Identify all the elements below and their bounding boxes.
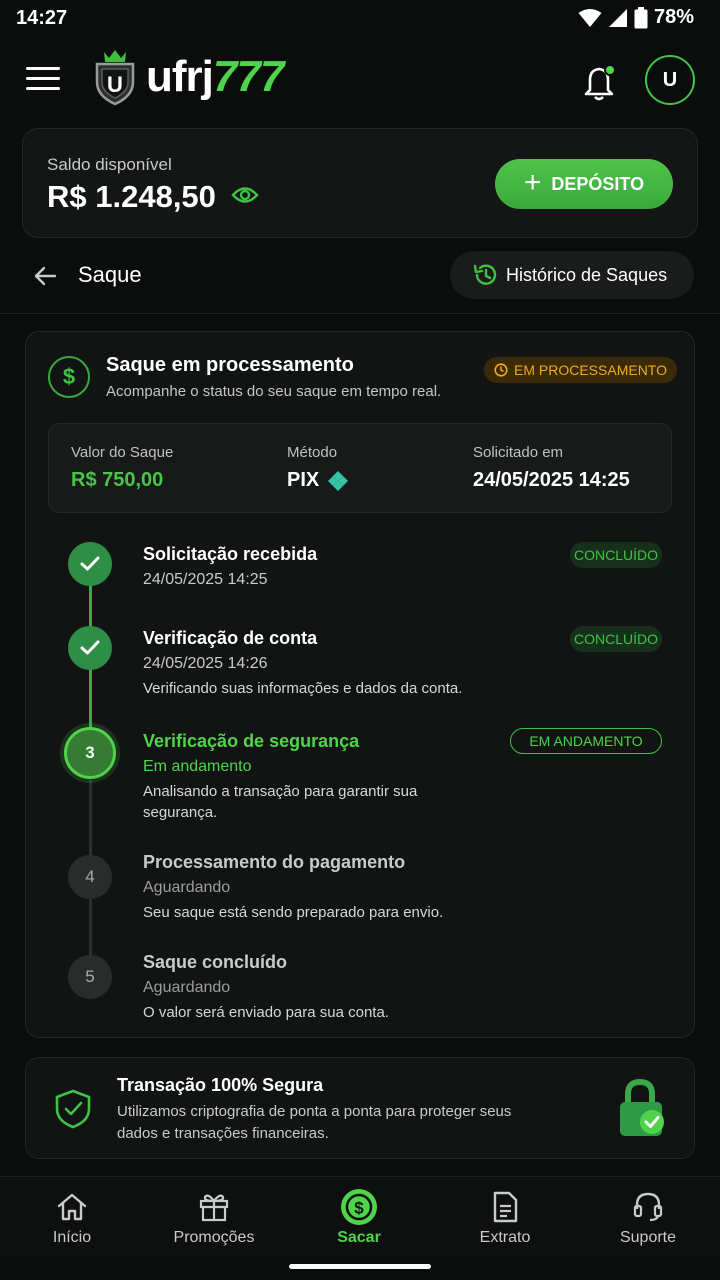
step-check-icon xyxy=(68,542,112,586)
history-icon xyxy=(473,264,497,285)
app-header: U ufrj777 U xyxy=(0,36,720,122)
back-arrow-icon[interactable] xyxy=(33,265,57,287)
battery-percent: 78% xyxy=(653,6,694,28)
withdraw-history-button[interactable]: Histórico de Saques xyxy=(450,251,694,299)
requested-value: 24/05/2025 14:25 xyxy=(473,469,630,491)
home-icon xyxy=(56,1191,88,1223)
amount-label: Valor do Saque xyxy=(71,444,174,461)
status-icons: 78% xyxy=(578,6,694,29)
method-info: Método PIX xyxy=(287,444,349,492)
step-subtitle: 24/05/2025 14:25 xyxy=(143,571,268,588)
logo-text-green: 777 xyxy=(212,52,284,101)
method-value: PIX xyxy=(287,469,320,491)
withdraw-status-card: $ Saque em processamento Acompanhe o sta… xyxy=(25,331,695,1038)
logo: U ufrj777 xyxy=(92,48,284,106)
shield-letter: U xyxy=(107,72,123,97)
step-number-circle: 3 xyxy=(64,727,116,779)
method-value-row: PIX xyxy=(287,469,349,492)
svg-text:$: $ xyxy=(354,1199,364,1218)
security-description: Utilizamos criptografia de ponta a ponta… xyxy=(117,1103,512,1142)
nav-label: Início xyxy=(52,1229,92,1246)
nav-item-support[interactable]: Suporte xyxy=(576,1177,720,1257)
step-subtitle: Aguardando xyxy=(143,879,231,896)
status-badge: EM PROCESSAMENTO xyxy=(484,357,677,383)
nav-item-promotions[interactable]: Promoções xyxy=(142,1177,286,1257)
step-subtitle: Em andamento xyxy=(143,758,252,775)
notification-bell-icon[interactable] xyxy=(582,62,618,102)
signal-icon xyxy=(608,8,627,27)
nav-label: Sacar xyxy=(337,1229,381,1246)
eye-icon[interactable] xyxy=(231,185,259,205)
step-badge: CONCLUÍDO xyxy=(570,542,662,568)
balance-card: Saldo disponível R$ 1.248,50 + DEPÓSITO xyxy=(22,128,698,238)
step-description: Seu saque está sendo preparado para envi… xyxy=(143,904,444,921)
step-title: Saque concluído xyxy=(143,952,288,972)
amount-value: R$ 750,00 xyxy=(71,469,164,491)
balance-label: Saldo disponível xyxy=(47,155,172,174)
avatar-initial: U xyxy=(662,68,678,91)
plus-icon: + xyxy=(523,165,542,199)
page-subheader: Saque Histórico de Saques xyxy=(0,244,720,314)
menu-button[interactable] xyxy=(26,67,60,93)
status-bar: 14:27 78% xyxy=(0,0,720,36)
deposit-label: DEPÓSITO xyxy=(551,173,645,194)
nav-label: Suporte xyxy=(619,1229,677,1246)
dollar-icon: $ xyxy=(339,1189,379,1225)
step-title: Processamento do pagamento xyxy=(143,852,406,872)
deposit-button[interactable]: + DEPÓSITO xyxy=(495,159,673,209)
home-indicator[interactable] xyxy=(289,1264,431,1269)
balance-value: R$ 1.248,50 xyxy=(47,179,216,214)
security-title: Transação 100% Segura xyxy=(117,1075,324,1095)
gift-icon xyxy=(198,1191,230,1223)
page-title: Saque xyxy=(78,262,142,287)
method-label: Método xyxy=(287,444,338,461)
logo-text-white: ufrj xyxy=(146,52,214,101)
headset-icon xyxy=(632,1191,664,1223)
lock-check-icon xyxy=(620,1078,664,1136)
history-label: Histórico de Saques xyxy=(506,264,668,285)
step-subtitle: 24/05/2025 14:26 xyxy=(143,655,268,672)
shield-check-icon xyxy=(55,1089,91,1129)
step-badge: EM ANDAMENTO xyxy=(510,728,662,754)
step-number-circle: 4 xyxy=(68,855,112,899)
step-description: O valor será enviado para sua conta. xyxy=(143,1004,389,1021)
shield-crown-icon: U xyxy=(95,50,135,106)
status-subtitle: Acompanhe o status do seu saque em tempo… xyxy=(106,383,442,400)
bottom-nav: Início Promoções $ Sacar Extrato Suporte xyxy=(0,1176,720,1256)
step-badge: CONCLUÍDO xyxy=(570,626,662,652)
nav-label: Extrato xyxy=(479,1229,531,1246)
status-time: 14:27 xyxy=(16,7,68,29)
step-check-icon xyxy=(68,626,112,670)
status-title: Saque em processamento xyxy=(106,354,354,376)
clock-icon xyxy=(494,363,508,377)
status-badge-text: EM PROCESSAMENTO xyxy=(514,362,667,378)
step-number-circle: 5 xyxy=(68,955,112,999)
pix-icon xyxy=(328,470,349,491)
nav-item-statement[interactable]: Extrato xyxy=(433,1177,577,1257)
nav-item-withdraw[interactable]: $ Sacar xyxy=(287,1177,431,1257)
step-title: Verificação de conta xyxy=(143,628,318,648)
nav-item-home[interactable]: Início xyxy=(0,1177,144,1257)
document-icon xyxy=(491,1191,519,1223)
menu-icon xyxy=(26,67,60,70)
withdraw-info-box: Valor do Saque R$ 750,00 Método PIX Soli… xyxy=(48,423,672,513)
user-avatar[interactable]: U xyxy=(645,55,695,105)
security-card: Transação 100% Segura Utilizamos criptog… xyxy=(25,1057,695,1159)
step-title: Solicitação recebida xyxy=(143,544,318,564)
amount-info: Valor do Saque R$ 750,00 xyxy=(71,444,173,492)
step-title: Verificação de segurança xyxy=(143,731,360,751)
battery-icon xyxy=(634,6,648,28)
step-description: Analisando a transação para garantir sua… xyxy=(143,783,418,821)
requested-label: Solicitado em xyxy=(473,444,564,461)
logo-text: ufrj777 xyxy=(146,52,284,102)
step-description: Verificando suas informações e dados da … xyxy=(143,680,463,697)
nav-label: Promoções xyxy=(173,1229,255,1246)
wifi-icon xyxy=(578,8,602,27)
step-subtitle: Aguardando xyxy=(143,979,231,996)
requested-info: Solicitado em 24/05/2025 14:25 xyxy=(473,444,630,492)
dollar-icon: $ xyxy=(48,356,90,398)
